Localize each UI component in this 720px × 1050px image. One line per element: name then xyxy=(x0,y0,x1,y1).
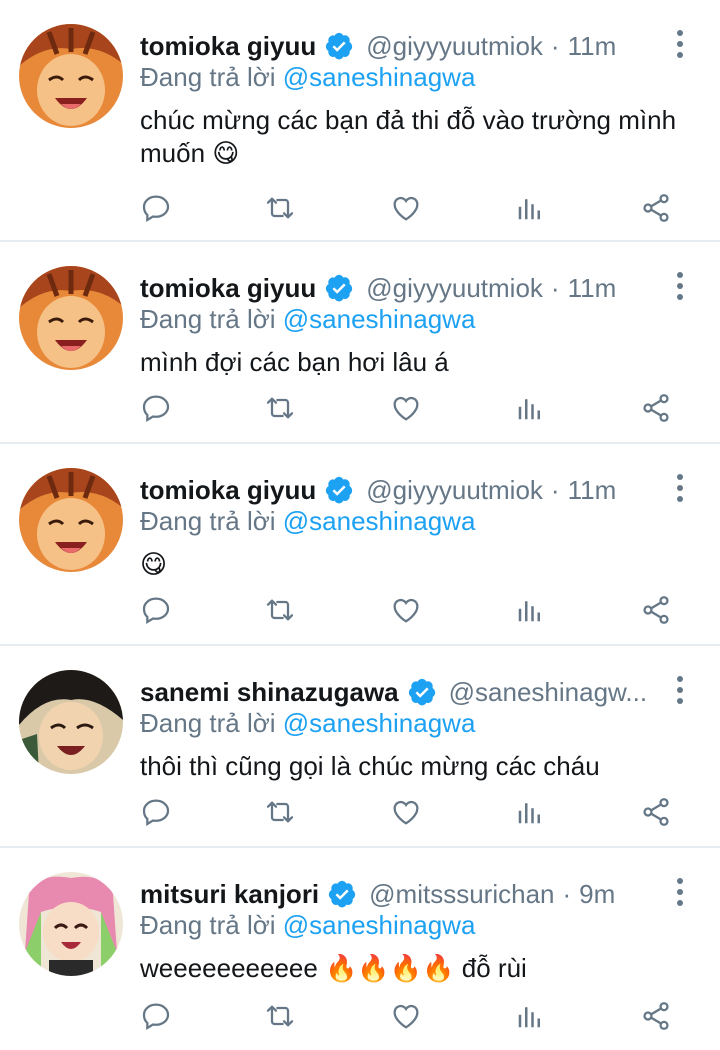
share-icon[interactable] xyxy=(638,998,674,1034)
avatar[interactable] xyxy=(19,24,123,128)
tweet-text: 😋 xyxy=(140,549,168,579)
tweet-header: tomioka giyuu @giyyyuutmiok · 11m xyxy=(140,470,664,510)
analytics-icon[interactable] xyxy=(512,592,548,628)
handle[interactable]: @mitsssurichan xyxy=(369,879,554,910)
reply-prefix: Đang trả lời xyxy=(140,506,283,536)
more-options-icon[interactable] xyxy=(674,474,686,502)
tweet-text: chúc mừng các bạn đả thi đỗ vào trường m… xyxy=(140,105,677,168)
separator-dot: · xyxy=(562,878,572,909)
tweet-item[interactable]: mitsuri kanjori @mitsssurichan · 9m Đang… xyxy=(0,848,720,1050)
separator-dot: · xyxy=(550,30,560,61)
avatar[interactable] xyxy=(19,468,123,572)
tweet-actions xyxy=(138,190,678,230)
mention-link[interactable]: @saneshinagwa xyxy=(283,304,476,334)
verified-badge-icon xyxy=(327,879,357,909)
reply-icon[interactable] xyxy=(138,592,174,628)
verified-badge-icon xyxy=(324,31,354,61)
tweet-actions xyxy=(138,998,678,1038)
timestamp[interactable]: 11m xyxy=(568,31,617,62)
tweet-actions xyxy=(138,592,678,632)
like-icon[interactable] xyxy=(388,190,424,226)
mention-link[interactable]: @saneshinagwa xyxy=(283,62,476,92)
replying-to: Đang trả lời @saneshinagwa xyxy=(140,708,475,739)
replying-to: Đang trả lời @saneshinagwa xyxy=(140,910,475,941)
timestamp[interactable]: 11m xyxy=(568,475,617,506)
tweet-header: mitsuri kanjori @mitsssurichan · 9m xyxy=(140,874,664,914)
avatar[interactable] xyxy=(19,670,123,774)
mention-link[interactable]: @saneshinagwa xyxy=(283,506,476,536)
handle[interactable]: @giyyyuutmiok xyxy=(366,273,543,304)
tweet-item[interactable]: sanemi shinazugawa @saneshinagw... Đang … xyxy=(0,646,720,848)
share-icon[interactable] xyxy=(638,390,674,426)
reply-prefix: Đang trả lời xyxy=(140,304,283,334)
tweet-header: tomioka giyuu @giyyyuutmiok · 11m xyxy=(140,26,664,66)
display-name[interactable]: tomioka giyuu xyxy=(140,273,316,304)
like-icon[interactable] xyxy=(388,794,424,830)
like-icon[interactable] xyxy=(388,390,424,426)
analytics-icon[interactable] xyxy=(512,190,548,226)
tweet-header: sanemi shinazugawa @saneshinagw... xyxy=(140,672,664,712)
share-icon[interactable] xyxy=(638,592,674,628)
replying-to: Đang trả lời @saneshinagwa xyxy=(140,304,475,335)
retweet-icon[interactable] xyxy=(262,794,298,830)
tweet-text: weeeeeeeeeee 🔥🔥🔥🔥 đỗ rùi xyxy=(140,953,527,983)
tweet-header: tomioka giyuu @giyyyuutmiok · 11m xyxy=(140,268,664,308)
mention-link[interactable]: @saneshinagwa xyxy=(283,910,476,940)
avatar[interactable] xyxy=(19,266,123,370)
reply-prefix: Đang trả lời xyxy=(140,910,283,940)
analytics-icon[interactable] xyxy=(512,390,548,426)
separator-dot: · xyxy=(550,272,560,303)
replying-to: Đang trả lời @saneshinagwa xyxy=(140,506,475,537)
reply-icon[interactable] xyxy=(138,998,174,1034)
more-options-icon[interactable] xyxy=(674,676,686,704)
verified-badge-icon xyxy=(407,677,437,707)
share-icon[interactable] xyxy=(638,190,674,226)
reply-feed: tomioka giyuu @giyyyuutmiok · 11m Đang t… xyxy=(0,0,720,1050)
display-name[interactable]: tomioka giyuu xyxy=(140,31,316,62)
verified-badge-icon xyxy=(324,475,354,505)
reply-icon[interactable] xyxy=(138,390,174,426)
avatar[interactable] xyxy=(19,872,123,976)
retweet-icon[interactable] xyxy=(262,592,298,628)
share-icon[interactable] xyxy=(638,794,674,830)
retweet-icon[interactable] xyxy=(262,190,298,226)
tweet-text: thôi thì cũng gọi là chúc mừng các cháu xyxy=(140,751,600,781)
tweet-item[interactable]: tomioka giyuu @giyyyuutmiok · 11m Đang t… xyxy=(0,242,720,444)
like-icon[interactable] xyxy=(388,592,424,628)
tweet-actions xyxy=(138,794,678,834)
separator-dot: · xyxy=(550,474,560,505)
retweet-icon[interactable] xyxy=(262,998,298,1034)
tweet-actions xyxy=(138,390,678,430)
tweet-item[interactable]: tomioka giyuu @giyyyuutmiok · 11m Đang t… xyxy=(0,444,720,646)
more-options-icon[interactable] xyxy=(674,272,686,300)
like-icon[interactable] xyxy=(388,998,424,1034)
handle[interactable]: @giyyyuutmiok xyxy=(366,31,543,62)
reply-icon[interactable] xyxy=(138,794,174,830)
verified-badge-icon xyxy=(324,273,354,303)
display-name[interactable]: tomioka giyuu xyxy=(140,475,316,506)
handle[interactable]: @saneshinagw... xyxy=(449,677,647,708)
tweet-item[interactable]: tomioka giyuu @giyyyuutmiok · 11m Đang t… xyxy=(0,0,720,242)
timestamp[interactable]: 11m xyxy=(568,273,617,304)
tweet-text: mình đợi các bạn hơi lâu á xyxy=(140,347,449,377)
analytics-icon[interactable] xyxy=(512,794,548,830)
reply-prefix: Đang trả lời xyxy=(140,708,283,738)
retweet-icon[interactable] xyxy=(262,390,298,426)
mention-link[interactable]: @saneshinagwa xyxy=(283,708,476,738)
timestamp[interactable]: 9m xyxy=(579,879,615,910)
replying-to: Đang trả lời @saneshinagwa xyxy=(140,62,475,93)
display-name[interactable]: sanemi shinazugawa xyxy=(140,677,399,708)
reply-prefix: Đang trả lời xyxy=(140,62,283,92)
more-options-icon[interactable] xyxy=(674,878,686,906)
handle[interactable]: @giyyyuutmiok xyxy=(366,475,543,506)
analytics-icon[interactable] xyxy=(512,998,548,1034)
display-name[interactable]: mitsuri kanjori xyxy=(140,879,319,910)
reply-icon[interactable] xyxy=(138,190,174,226)
more-options-icon[interactable] xyxy=(674,30,686,58)
